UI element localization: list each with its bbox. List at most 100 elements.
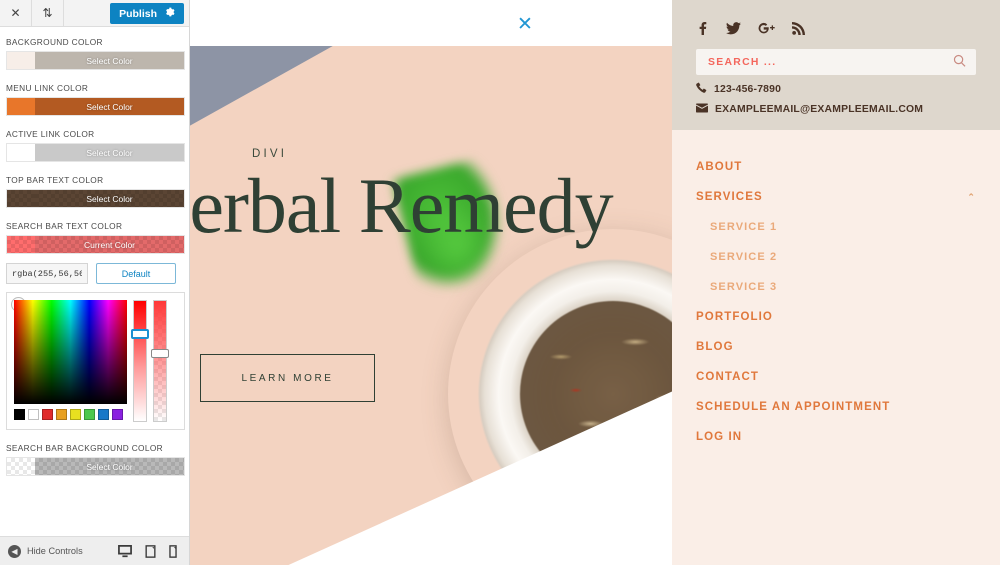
twitter-icon-svg [726,22,741,35]
customizer-toolbar: ✕ ⇅ Publish [0,0,189,27]
field-background-color: BACKGROUND COLOR Select Color [6,37,185,70]
alpha-gradient [154,301,166,421]
chevron-up-icon[interactable]: ⌃ [967,192,976,203]
field-label: SEARCH BAR TEXT COLOR [6,221,123,231]
menu-item-contact[interactable]: CONTACT [696,362,976,392]
preset-swatch[interactable] [84,409,95,420]
menu-item-portfolio[interactable]: PORTFOLIO [696,302,976,332]
current-color-button[interactable]: Current Color [35,236,184,253]
hero-section: DIVI Herbal Remedy LEARN MORE [190,36,672,565]
field-label: SEARCH BAR BACKGROUND COLOR [6,443,163,453]
sort-arrows-icon: ⇅ [42,6,53,20]
mobile-icon[interactable] [169,544,177,558]
field-top-bar-text-color: TOP BAR TEXT COLOR Select Color [6,175,185,208]
device-preview-group [118,544,181,558]
search-bar[interactable] [696,49,976,75]
preset-swatch[interactable] [98,409,109,420]
publish-button[interactable]: Publish [110,3,184,24]
hide-controls-button[interactable]: ◀ Hide Controls [8,544,83,558]
color-value-input[interactable] [6,263,88,284]
color-control[interactable]: Select Color [6,143,185,162]
menu-item-service-2[interactable]: SERVICE 2 [696,242,976,272]
default-button[interactable]: Default [96,263,176,284]
preset-swatch[interactable] [28,409,39,420]
collapse-icon: ◀ [8,544,21,558]
hue-slider[interactable] [131,300,149,422]
preset-swatch[interactable] [14,409,25,420]
select-color-button[interactable]: Select Color [35,458,184,475]
menu-item-label: SERVICE 1 [710,221,778,233]
twitter-icon[interactable] [726,22,741,35]
menu-item-label: SERVICE 2 [710,251,778,263]
menu-item-label: LOG IN [696,431,743,443]
menu-item-schedule-an-appointment[interactable]: SCHEDULE AN APPOINTMENT [696,392,976,422]
color-control[interactable]: Current Color [6,235,185,254]
menu-item-label: PORTFOLIO [696,311,773,323]
menu-item-log-in[interactable]: LOG IN [696,422,976,452]
preset-swatch[interactable] [42,409,53,420]
hide-controls-label: Hide Controls [27,546,83,556]
menu-item-label: SERVICE 3 [710,281,778,293]
field-label: MENU LINK COLOR [6,83,89,93]
preset-swatch[interactable] [70,409,81,420]
color-swatch-preview[interactable] [7,236,35,253]
alpha-slider[interactable] [151,300,169,422]
rss-icon[interactable] [792,22,805,35]
hero-eyebrow: DIVI [252,148,288,160]
field-search-bar-background-color: SEARCH BAR BACKGROUND COLOR Select Color [6,443,185,476]
nav-top-bar: 123-456-7890 EXAMPLEEMAIL@EXAMPLEEMAIL.C… [672,0,1000,130]
publish-label: Publish [119,7,157,20]
menu-item-service-1[interactable]: SERVICE 1 [696,212,976,242]
learn-more-button[interactable]: LEARN MORE [200,354,375,402]
color-picker[interactable]: ◓ [6,292,185,430]
customizer-controls: BACKGROUND COLOR Select Color MENU LINK … [0,27,189,536]
preset-swatch[interactable] [56,409,67,420]
close-customizer-button[interactable]: ✕ [0,0,32,26]
color-swatch-preview[interactable] [7,52,35,69]
color-control[interactable]: Select Color [6,51,185,70]
select-color-button[interactable]: Select Color [35,52,184,69]
menu-item-label: ABOUT [696,161,743,173]
color-swatch-preview[interactable] [7,98,35,115]
select-color-button[interactable]: Select Color [35,98,184,115]
field-label: TOP BAR TEXT COLOR [6,175,104,185]
search-icon-svg [953,54,966,67]
tablet-icon[interactable] [145,544,156,558]
color-swatch-preview[interactable] [7,190,35,207]
alpha-slider-handle[interactable] [151,349,169,358]
color-control[interactable]: Select Color [6,457,185,476]
menu-item-about[interactable]: ABOUT [696,152,976,182]
desktop-icon[interactable] [118,544,132,558]
menu-item-services[interactable]: SERVICES ⌃ [696,182,976,212]
customizer-footer: ◀ Hide Controls [0,536,189,565]
preset-swatch[interactable] [112,409,123,420]
menu-item-blog[interactable]: BLOG [696,332,976,362]
color-swatch-preview[interactable] [7,144,35,161]
phone-line[interactable]: 123-456-7890 [696,82,976,96]
email-line[interactable]: EXAMPLEEMAIL@EXAMPLEEMAIL.COM [696,103,976,116]
social-links [696,22,976,35]
select-color-button[interactable]: Select Color [35,144,184,161]
field-label: ACTIVE LINK COLOR [6,129,95,139]
mobile-icon-svg [169,544,177,558]
color-control[interactable]: Select Color [6,97,185,116]
tablet-icon-svg [145,544,156,558]
email-icon-svg [696,103,708,113]
saturation-value-area[interactable] [14,300,127,404]
googleplus-icon-svg [758,22,775,34]
hue-slider-handle[interactable] [131,329,149,339]
color-swatch-preview[interactable] [7,458,35,475]
menu-item-service-3[interactable]: SERVICE 3 [696,272,976,302]
select-color-button[interactable]: Select Color [35,190,184,207]
nav-menu: ABOUT SERVICES ⌃ SERVICE 1 SERVICE 2 SER… [672,130,1000,565]
search-input[interactable] [706,55,953,69]
googleplus-icon[interactable] [758,22,775,35]
gear-icon[interactable] [165,7,175,20]
facebook-icon[interactable] [696,22,709,35]
color-value-row: Default [6,263,183,284]
close-icon[interactable]: ✕ [517,13,533,36]
search-icon[interactable] [953,54,966,70]
color-control[interactable]: Select Color [6,189,185,208]
reorder-button[interactable]: ⇅ [32,0,64,26]
